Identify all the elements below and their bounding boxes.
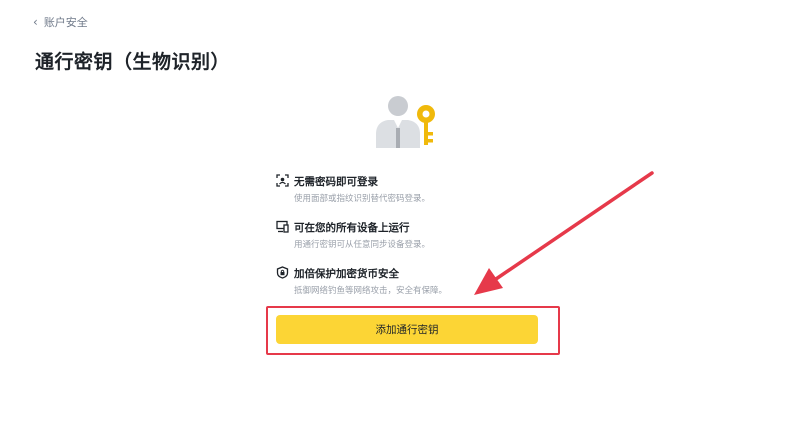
user-with-key-icon [376,96,435,148]
back-link-label: 账户安全 [43,16,88,29]
feature-title: 可在您的所有设备上运行 [294,222,410,234]
face-scan-icon [276,174,289,187]
feature-description: 使用面部或指纹识别替代密码登录。 [294,194,431,204]
shield-icon [276,266,289,279]
feature-description: 抵御网络钓鱼等网络攻击，安全有保障。 [294,286,448,296]
feature-list: 无需密码即可登录 使用面部或指纹识别替代密码登录。 可在您的所有设备上运行 用通… [276,174,556,312]
back-link[interactable]: ‹ 账户安全 [33,14,88,30]
add-passkey-button[interactable]: 添加通行密钥 [276,315,538,344]
devices-icon [276,220,289,233]
feature-item: 可在您的所有设备上运行 用通行密钥可从任意同步设备登录。 [276,220,556,266]
chevron-left-icon: ‹ [33,15,38,29]
page-title: 通行密钥（生物识别） [35,51,231,73]
feature-description: 用通行密钥可从任意同步设备登录。 [294,240,431,250]
feature-item: 无需密码即可登录 使用面部或指纹识别替代密码登录。 [276,174,556,220]
feature-title: 无需密码即可登录 [294,176,378,188]
feature-title: 加倍保护加密货币安全 [294,268,399,280]
